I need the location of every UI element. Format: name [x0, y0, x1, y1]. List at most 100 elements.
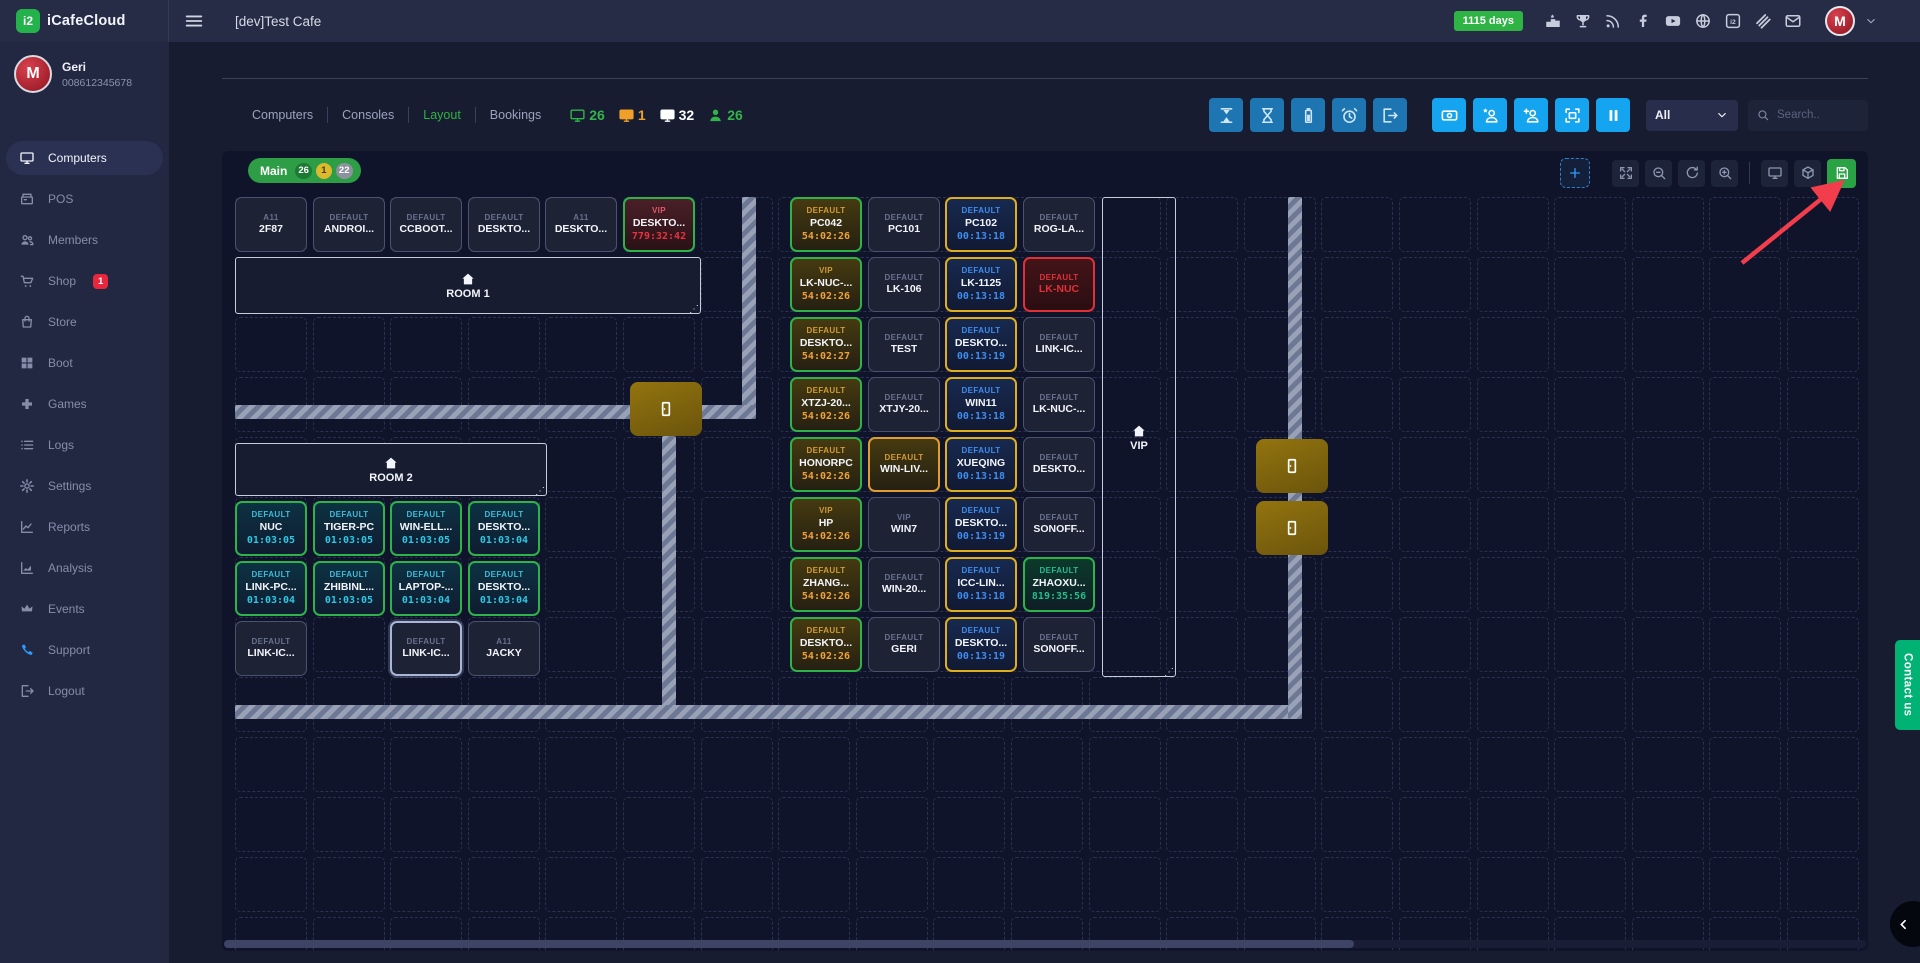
hourglass-button[interactable]: [1250, 98, 1284, 132]
computer-tile[interactable]: VIPHP54:02:26: [790, 497, 862, 552]
collapse-chat-button[interactable]: [1890, 901, 1920, 947]
computer-tile[interactable]: DEFAULTZHAOXU...819:35:56: [1023, 557, 1095, 612]
computer-tile[interactable]: DEFAULTPC04254:02:26: [790, 197, 862, 252]
computer-tile[interactable]: DEFAULTDESKTO...: [468, 197, 540, 252]
computer-tile[interactable]: A11JACKY: [468, 621, 540, 676]
cash-button[interactable]: [1432, 98, 1466, 132]
pause-button[interactable]: [1596, 98, 1630, 132]
battery-button[interactable]: [1291, 98, 1325, 132]
member-star-button[interactable]: [1473, 98, 1507, 132]
computer-tile[interactable]: DEFAULTDESKTO...01:03:04: [468, 561, 540, 616]
computer-tile[interactable]: DEFAULTPC101: [868, 197, 940, 252]
room-room2[interactable]: ROOM 2⋰: [235, 443, 547, 496]
computer-tile[interactable]: DEFAULTDESKTO...54:02:27: [790, 317, 862, 372]
sidebar-item-support[interactable]: Support: [6, 633, 163, 667]
computer-tile[interactable]: DEFAULTDESKTO...01:03:04: [468, 501, 540, 556]
computer-tile[interactable]: VIPDESKTO...779:32:42: [623, 197, 695, 252]
computer-tile[interactable]: VIPLK-NUC-...54:02:26: [790, 257, 862, 312]
tab-layout[interactable]: Layout: [409, 108, 475, 122]
computer-tile[interactable]: DEFAULTDESKTO...00:13:19: [945, 617, 1017, 672]
sidebar-item-shop[interactable]: Shop1: [6, 264, 163, 298]
computer-tile[interactable]: DEFAULTWIN-ELL...01:03:05: [390, 501, 462, 556]
user-avatar[interactable]: M: [1825, 6, 1855, 36]
member-add-button[interactable]: [1514, 98, 1548, 132]
computer-tile[interactable]: DEFAULTROG-LA...: [1023, 197, 1095, 252]
computer-tile[interactable]: DEFAULTLINK-IC...: [235, 621, 307, 676]
computer-tile[interactable]: DEFAULTHONORPC54:02:26: [790, 437, 862, 492]
sidebar-item-events[interactable]: Events: [6, 592, 163, 626]
rss-icon[interactable]: [1604, 12, 1622, 30]
layers-icon[interactable]: [1754, 12, 1772, 30]
scrollbar-thumb[interactable]: [224, 940, 1354, 948]
sidebar-item-store[interactable]: Store: [6, 305, 163, 339]
tab-computers[interactable]: Computers: [238, 108, 327, 122]
hourglass-end-button[interactable]: [1209, 98, 1243, 132]
zoom-out-button[interactable]: [1645, 160, 1672, 187]
zone-pill[interactable]: Main 26122: [248, 158, 361, 183]
resize-handle-icon[interactable]: ⋰: [689, 304, 699, 315]
resize-handle-icon[interactable]: ⋰: [535, 486, 545, 497]
computer-tile[interactable]: DEFAULTXTZJ-20...54:02:26: [790, 377, 862, 432]
save-button[interactable]: [1827, 159, 1856, 188]
computer-tile[interactable]: DEFAULTLAPTOP-...01:03:04: [390, 561, 462, 616]
sidebar-item-logout[interactable]: Logout: [6, 674, 163, 708]
computer-tile[interactable]: VIPWIN7: [868, 497, 940, 552]
fullscreen-button[interactable]: [1612, 160, 1639, 187]
room-vip[interactable]: VIP⋰: [1102, 197, 1176, 677]
contact-us-button[interactable]: Contact us: [1895, 640, 1920, 730]
computer-tile[interactable]: DEFAULTANDROI...: [313, 197, 385, 252]
zoom-in-button[interactable]: [1711, 160, 1738, 187]
computer-tile[interactable]: DEFAULTICC-LIN...00:13:18: [945, 557, 1017, 612]
sign-out-button[interactable]: [1373, 98, 1407, 132]
door-tile[interactable]: [1256, 501, 1328, 555]
door-tile[interactable]: [630, 382, 702, 436]
computer-tile[interactable]: DEFAULTLINK-IC...: [1023, 317, 1095, 372]
sidebar-item-computers[interactable]: Computers: [6, 141, 163, 175]
monitor-view-button[interactable]: [1761, 160, 1788, 187]
computer-tile[interactable]: DEFAULTDESKTO...54:02:26: [790, 617, 862, 672]
resize-handle-icon[interactable]: ⋰: [1164, 667, 1174, 678]
sidebar-item-reports[interactable]: Reports: [6, 510, 163, 544]
computer-tile[interactable]: DEFAULTWIN1100:13:18: [945, 377, 1017, 432]
facebook-icon[interactable]: [1634, 12, 1652, 30]
computer-tile[interactable]: DEFAULTGERI: [868, 617, 940, 672]
door-tile[interactable]: [1256, 439, 1328, 493]
days-remaining-badge[interactable]: 1115 days: [1454, 11, 1523, 31]
computer-tile[interactable]: DEFAULTSONOFF...: [1023, 617, 1095, 672]
computer-tile[interactable]: DEFAULTLK-112500:13:18: [945, 257, 1017, 312]
computer-tile[interactable]: A112F87: [235, 197, 307, 252]
sidebar-item-members[interactable]: Members: [6, 223, 163, 257]
alarm-clock-button[interactable]: [1332, 98, 1366, 132]
sidebar-user[interactable]: M Geri 008612345678: [0, 42, 169, 107]
room-room1[interactable]: ROOM 1⋰: [235, 257, 701, 314]
computer-tile[interactable]: DEFAULTWIN-LIV...: [868, 437, 940, 492]
computer-tile[interactable]: DEFAULTDESKTO...00:13:19: [945, 317, 1017, 372]
i2-icon[interactable]: i2: [1724, 12, 1742, 30]
search-input[interactable]: [1777, 109, 1860, 121]
computer-tile[interactable]: A11DESKTO...: [545, 197, 617, 252]
hamburger-menu-icon[interactable]: [183, 10, 205, 32]
youtube-icon[interactable]: [1664, 12, 1682, 30]
cube-view-button[interactable]: [1794, 160, 1821, 187]
computer-tile[interactable]: DEFAULTXUEQING00:13:18: [945, 437, 1017, 492]
computer-tile[interactable]: DEFAULTCCBOOT...: [390, 197, 462, 252]
scan-button[interactable]: [1555, 98, 1589, 132]
computer-tile[interactable]: DEFAULTLK-NUC-...: [1023, 377, 1095, 432]
computer-tile[interactable]: DEFAULTLK-NUC: [1023, 257, 1095, 312]
sidebar-item-logs[interactable]: Logs: [6, 428, 163, 462]
computer-tile[interactable]: DEFAULTLINK-PC...01:03:04: [235, 561, 307, 616]
tab-bookings[interactable]: Bookings: [476, 108, 555, 122]
computer-tile[interactable]: DEFAULTNUC01:03:05: [235, 501, 307, 556]
computer-tile[interactable]: DEFAULTLINK-IC...: [390, 621, 462, 676]
filter-select[interactable]: All: [1646, 100, 1738, 131]
computer-tile[interactable]: DEFAULTZHIBINL...01:03:05: [313, 561, 385, 616]
computer-tile[interactable]: DEFAULTXTJY-20...: [868, 377, 940, 432]
podium-icon[interactable]: [1544, 12, 1562, 30]
computer-tile[interactable]: DEFAULTWIN-20...: [868, 557, 940, 612]
add-button[interactable]: [1560, 158, 1590, 188]
trophy-icon[interactable]: [1574, 12, 1592, 30]
computer-tile[interactable]: DEFAULTDESKTO...00:13:19: [945, 497, 1017, 552]
tab-consoles[interactable]: Consoles: [328, 108, 408, 122]
sidebar-item-analysis[interactable]: Analysis: [6, 551, 163, 585]
sidebar-item-boot[interactable]: Boot: [6, 346, 163, 380]
